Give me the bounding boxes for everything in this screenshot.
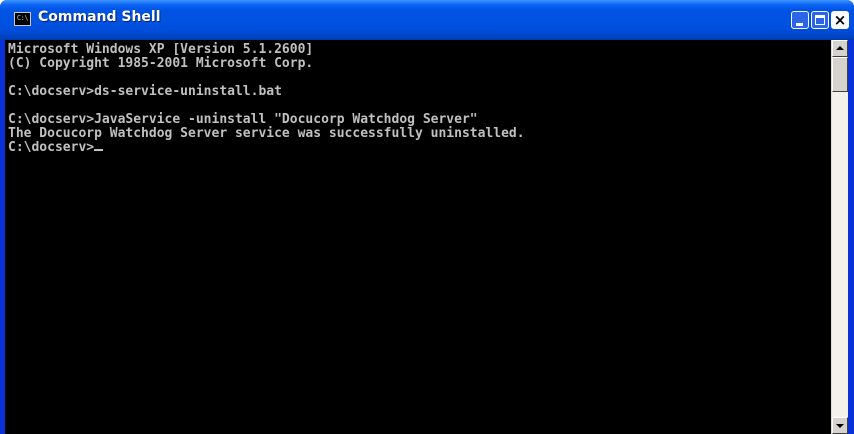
scroll-up-button[interactable]	[832, 40, 848, 57]
text-cursor	[94, 149, 104, 151]
window-frame-right	[848, 40, 854, 434]
maximize-icon	[815, 15, 825, 25]
scrollbar-thumb[interactable]	[832, 57, 848, 92]
console-output[interactable]: Microsoft Windows XP [Version 5.1.2600] …	[5, 40, 831, 434]
close-button[interactable]: ×	[831, 11, 849, 29]
console-line: Microsoft Windows XP [Version 5.1.2600]	[8, 42, 314, 57]
title-bar[interactable]: C:\ Command Shell ×	[0, 0, 854, 40]
window-title: Command Shell	[38, 9, 161, 25]
command-shell-window: C:\ Command Shell × Microsoft Windows XP…	[0, 0, 854, 434]
minimize-button[interactable]	[791, 11, 809, 29]
scroll-up-arrow-icon	[836, 46, 844, 50]
minimize-icon	[796, 23, 803, 26]
console-prompt-line: C:\docserv>	[8, 140, 104, 155]
scroll-down-arrow-icon	[836, 424, 844, 428]
vertical-scrollbar[interactable]	[831, 40, 848, 434]
console-line: C:\docserv>JavaService -uninstall "Docuc…	[8, 112, 478, 127]
console-line: The Docucorp Watchdog Server service was…	[8, 126, 525, 141]
scroll-down-button[interactable]	[832, 417, 848, 434]
close-icon: ×	[833, 11, 847, 29]
maximize-button[interactable]	[811, 11, 829, 29]
cmd-icon[interactable]: C:\	[14, 12, 31, 26]
console-line: (C) Copyright 1985-2001 Microsoft Corp.	[8, 56, 314, 71]
console-prompt: C:\docserv>	[8, 140, 95, 155]
console-line: C:\docserv>ds-service-uninstall.bat	[8, 84, 282, 99]
